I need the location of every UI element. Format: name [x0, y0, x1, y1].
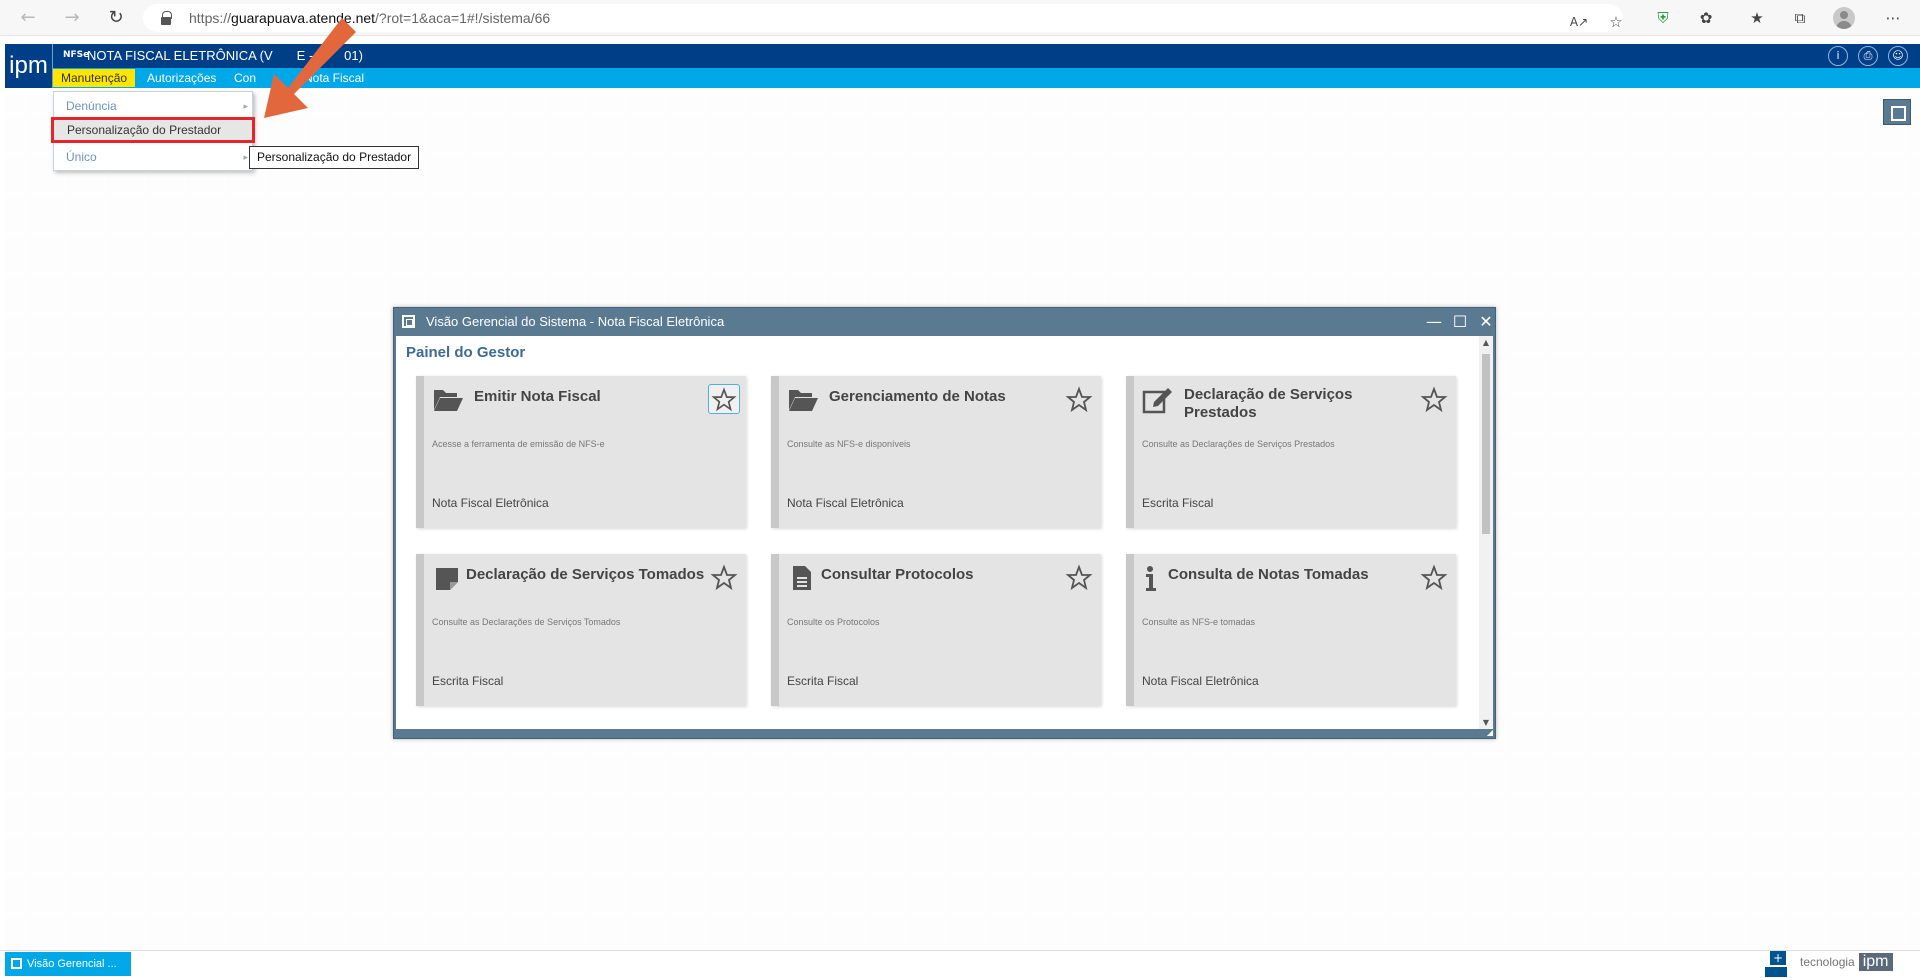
window-icon	[402, 315, 415, 328]
card-title: Emitir Nota Fiscal	[474, 388, 601, 405]
maximize-icon[interactable]: ☐	[1450, 312, 1470, 332]
card-gerenciamento-de-notas[interactable]: Gerenciamento de Notas Consulte as NFS-e…	[771, 376, 1101, 528]
window-scrollbar[interactable]: ▲ ▼	[1479, 336, 1493, 729]
star-icon[interactable]	[1418, 562, 1450, 592]
folder-open-icon	[789, 390, 818, 411]
edit-icon	[1142, 388, 1172, 414]
add-icon[interactable]: +	[1770, 951, 1786, 965]
card-title: Consultar Protocolos	[821, 566, 974, 583]
scroll-up-icon[interactable]: ▲	[1481, 338, 1491, 347]
brand-logo: ipm	[1858, 953, 1893, 971]
card-declaracao-servicos-prestados[interactable]: Declaração de Serviços Prestados Consult…	[1126, 376, 1456, 528]
nfse-mini-logo: NFSe	[63, 50, 90, 60]
ipm-logo: ipm	[5, 44, 53, 88]
shield-icon[interactable]: ⛨	[1652, 7, 1674, 29]
scroll-down-icon[interactable]: ▼	[1481, 718, 1491, 727]
card-consulta-notas-tomadas[interactable]: Consulta de Notas Tomadas Consulte as NF…	[1126, 554, 1456, 706]
card-description: Consulte as Declarações de Serviços Pres…	[1142, 439, 1335, 449]
card-declaracao-servicos-tomados[interactable]: Declaração de Serviços Tomados Consulte …	[416, 554, 746, 706]
card-emitir-nota-fiscal[interactable]: Emitir Nota Fiscal Acesse a ferramenta d…	[416, 376, 746, 528]
card-footer: Nota Fiscal Eletrônica	[787, 496, 904, 510]
submenu-arrow-icon: ▸	[243, 101, 248, 111]
window-body: Painel do Gestor Emitir Nota Fiscal Aces…	[396, 336, 1493, 729]
card-consultar-protocolos[interactable]: Consultar Protocolos Consulte os Protoco…	[771, 554, 1101, 706]
star-icon[interactable]	[708, 384, 740, 414]
star-icon[interactable]	[1063, 562, 1095, 592]
close-icon[interactable]: ✕	[1476, 312, 1496, 332]
menu-autorizacoes[interactable]: Autorizações	[139, 70, 224, 86]
card-title: Consulta de Notas Tomadas	[1168, 566, 1369, 583]
dropdown-item-label: Personalização do Prestador	[67, 123, 222, 137]
star-icon[interactable]	[1418, 384, 1450, 414]
panel-title: Painel do Gestor	[406, 344, 526, 361]
card-footer: Nota Fiscal Eletrônica	[432, 496, 549, 510]
card-description: Consulte as NFS-e disponíveis	[787, 439, 911, 449]
card-title: Gerenciamento de Notas	[829, 388, 1006, 405]
resize-grip-icon[interactable]: ◢	[1487, 728, 1493, 737]
file-text-icon	[793, 566, 811, 590]
read-aloud-icon[interactable]: A↗	[1568, 11, 1590, 33]
minimize-icon[interactable]: —	[1424, 312, 1444, 332]
card-footer: Escrita Fiscal	[432, 674, 504, 688]
forward-icon[interactable]: →	[60, 6, 84, 30]
favorites-icon[interactable]: ★	[1746, 7, 1768, 29]
grid-icon[interactable]	[1765, 967, 1787, 977]
folder-open-icon	[434, 390, 463, 411]
card-footer: Nota Fiscal Eletrônica	[1142, 674, 1259, 688]
scroll-thumb[interactable]	[1482, 354, 1490, 534]
window-list-icon[interactable]	[1883, 99, 1911, 125]
window-title: Visão Gerencial do Sistema - Nota Fiscal…	[426, 314, 725, 329]
star-icon[interactable]	[708, 562, 740, 592]
visao-gerencial-window: Visão Gerencial do Sistema - Nota Fiscal…	[393, 307, 1496, 739]
dropdown-item-personalizacao[interactable]: Personalização do Prestador	[51, 117, 255, 143]
dropdown-item-unico[interactable]: Único ▸	[54, 144, 252, 170]
card-footer: Escrita Fiscal	[787, 674, 859, 688]
sticky-note-icon	[436, 568, 458, 590]
more-menu-icon[interactable]: ⋯	[1882, 7, 1904, 29]
dropdown-item-denuncia[interactable]: Denúncia ▸	[54, 93, 252, 119]
brand-text: tecnologia	[1800, 955, 1855, 969]
card-description: Consulte as NFS-e tomadas	[1142, 617, 1256, 627]
profile-avatar[interactable]	[1833, 7, 1855, 29]
star-icon[interactable]	[1063, 384, 1095, 414]
menu-manutencao[interactable]: Manutenção	[53, 69, 136, 87]
reload-icon[interactable]: ↻	[104, 6, 128, 30]
tooltip: Personalização do Prestador	[249, 146, 420, 169]
card-title: Declaração de Serviços Prestados	[1184, 386, 1353, 421]
manutencao-dropdown: Denúncia ▸ Personalização do Prestador Ú…	[51, 91, 255, 171]
card-title: Declaração de Serviços Tomados	[466, 566, 705, 583]
print-icon[interactable]: ⎙	[1858, 46, 1878, 66]
dropdown-item-label: Denúncia	[66, 99, 117, 113]
info-icon[interactable]: i	[1828, 46, 1848, 66]
support-icon[interactable]: ☺	[1888, 46, 1908, 66]
submenu-arrow-icon: ▸	[243, 152, 248, 162]
brand-footer: tecnologia ipm	[1800, 953, 1893, 971]
favorite-add-icon[interactable]: ☆	[1605, 11, 1627, 33]
lock-icon	[161, 11, 172, 25]
card-description: Consulte os Protocolos	[787, 617, 880, 627]
back-icon[interactable]: ←	[16, 6, 40, 30]
annotation-arrow	[264, 18, 356, 118]
extensions-icon[interactable]: ✿	[1695, 7, 1717, 29]
taskbar-label: Visão Gerencial ...	[27, 958, 117, 970]
dropdown-item-label: Único	[66, 150, 97, 164]
collections-icon[interactable]: ⧉	[1789, 7, 1811, 29]
card-description: Acesse a ferramenta de emissão de NFS-e	[432, 439, 605, 449]
window-icon	[11, 958, 22, 969]
taskbar: Visão Gerencial ... + tecnologia ipm	[0, 950, 1920, 978]
taskbar-window-button[interactable]: Visão Gerencial ...	[5, 952, 131, 976]
card-footer: Escrita Fiscal	[1142, 496, 1214, 510]
card-description: Consulte as Declarações de Serviços Toma…	[432, 617, 621, 627]
